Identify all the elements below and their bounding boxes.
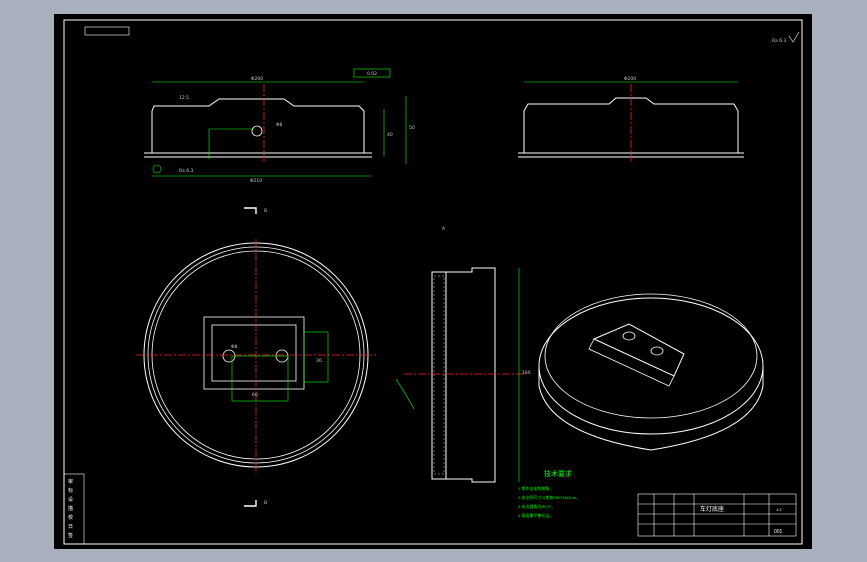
cad-drawing: Ra 6.3 Φ200 Φ210 50 40 12.5 Φ8 0.02 Ra 6… [63, 19, 803, 545]
section-view: 180 [395, 267, 531, 483]
tech-req-4: 4.表面需平整光洁。 [518, 512, 553, 518]
title-drawing-no: 001 [774, 529, 783, 535]
roughness-symbol [788, 31, 800, 43]
tag-3: 设 [68, 496, 73, 503]
section-mark-bottom: B [264, 500, 267, 506]
front-flange-dim: Φ210 [250, 178, 262, 184]
tech-req-title: 技术要求 [544, 469, 572, 478]
front-view: Φ200 Φ210 50 40 12.5 Φ8 0.02 Ra 6.3 [144, 68, 415, 184]
roughness-note: Ra 6.3 [772, 38, 787, 44]
tag-1: 审 [68, 478, 73, 485]
front-height2-dim: 40 [387, 132, 393, 138]
front-angle-dim: 12.5 [179, 95, 189, 101]
top-slot-dim: 60 [252, 392, 258, 398]
drawing-canvas[interactable]: Ra 6.3 Φ200 Φ210 50 40 12.5 Φ8 0.02 Ra 6… [54, 14, 812, 549]
tag-5: 校 [68, 514, 73, 521]
tolerance-value: 0.02 [367, 71, 377, 77]
tech-req-1: 1.零件去毛刺倒角。 [518, 485, 553, 491]
front-hole-dim: Φ8 [276, 122, 283, 128]
tag-6: 日 [68, 524, 73, 530]
tag-2: 标 [68, 487, 73, 494]
tag-4: 描 [68, 505, 73, 512]
top-hole-dim: Φ8 [231, 344, 238, 350]
front-width-dim: Φ200 [251, 76, 263, 82]
tech-req-2: 2.未注明尺寸公差按GB/T1804-m。 [518, 494, 580, 500]
top-view: 60 30 Φ8 [136, 239, 376, 474]
side-view: Φ200 [518, 76, 744, 164]
isometric-view [538, 293, 764, 451]
sheet-border [63, 19, 803, 545]
section-mark-a: A [442, 226, 446, 232]
front-height-dim: 50 [409, 125, 415, 131]
left-tags: 审 标 设 描 校 日 签 [63, 473, 85, 545]
title-scale: 1:1 [776, 507, 782, 512]
title-block: 车灯底座 001 1:1 [637, 493, 797, 537]
top-slot-width-dim: 30 [316, 358, 322, 364]
title-part-name: 车灯底座 [700, 505, 724, 513]
section-height-dim: 180 [522, 370, 531, 376]
side-width-dim: Φ200 [624, 76, 636, 82]
sheet-label-box [84, 26, 130, 36]
section-mark-top: B [264, 208, 267, 214]
tag-7: 签 [68, 532, 73, 539]
tech-req-3: 3.未注圆角为R0.5°。 [518, 503, 555, 509]
front-rough-dim: Ra 6.3 [179, 168, 194, 174]
